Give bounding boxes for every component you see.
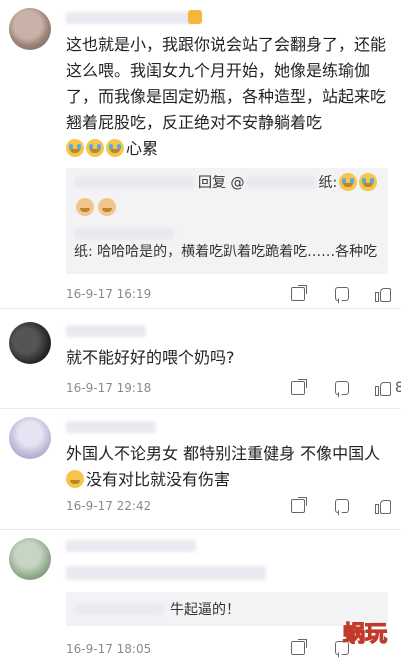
reply-user[interactable] — [74, 176, 194, 188]
avatar[interactable] — [9, 322, 51, 364]
timestamp: 16-9-17 22:42 — [66, 499, 152, 513]
comment-icon[interactable] — [335, 381, 349, 395]
username[interactable] — [66, 421, 156, 433]
comment-text: 这也就是小，我跟你说会站了会翻身了，还能这么喂。我闺女九个月开始，她像是练瑜伽了… — [66, 35, 387, 158]
crying-emoji-icon — [86, 139, 104, 157]
share-icon[interactable] — [291, 379, 307, 395]
action-bar: 8 — [291, 379, 401, 396]
thinking-emoji-icon — [66, 470, 84, 488]
like-icon[interactable] — [375, 498, 391, 514]
comment-icon[interactable] — [335, 499, 349, 513]
like-icon[interactable] — [375, 286, 391, 302]
reply-text: 牛起逼的！ — [170, 602, 240, 618]
badge-icon — [188, 10, 202, 24]
timestamp: 16-9-17 16:19 — [66, 287, 152, 301]
watermark-text: 蜗玩 — [343, 622, 387, 647]
username[interactable] — [66, 325, 146, 337]
handshake-emoji-icon — [76, 198, 118, 216]
crying-emoji-icon — [66, 139, 84, 157]
action-bar — [291, 285, 395, 302]
like-count: 8 — [395, 380, 401, 396]
crying-emoji-icon — [339, 173, 358, 191]
crying-emoji-icon — [359, 173, 378, 191]
reply-quote[interactable]: 回复 @ 纸: 纸: 哈哈哈是的，横着吃趴着吃跪着吃……各种吃 — [66, 168, 388, 274]
like-icon[interactable] — [375, 380, 391, 396]
reply-text: 纸: 哈哈哈是的，横着吃趴着吃跪着吃……各种吃 — [74, 244, 378, 260]
action-bar — [291, 497, 395, 514]
username[interactable] — [66, 12, 196, 24]
comment-2: 就不能好好的喂个奶吗? 16-9-17 19:18 8 — [0, 309, 401, 409]
crying-emoji-icon — [106, 139, 124, 157]
reply-user[interactable] — [74, 603, 164, 615]
comment-1: 这也就是小，我跟你说会站了会翻身了，还能这么喂。我闺女九个月开始，她像是练瑜伽了… — [0, 0, 401, 308]
comment-3: 外国人不论男女 都特别注重健身 不像中国人没有对比就没有伤害 16-9-17 2… — [0, 409, 401, 529]
comment-text-blurred — [66, 566, 266, 580]
share-icon[interactable] — [291, 285, 307, 301]
avatar[interactable] — [9, 8, 51, 50]
watermark-logo: 蜗玩 — [337, 603, 393, 659]
share-icon[interactable] — [291, 639, 307, 655]
timestamp: 16-9-17 19:18 — [66, 381, 152, 395]
avatar[interactable] — [9, 417, 51, 459]
comment-text: 外国人不论男女 都特别注重健身 不像中国人没有对比就没有伤害 — [66, 444, 381, 489]
timestamp: 16-9-17 18:05 — [66, 642, 152, 656]
comment-icon[interactable] — [335, 287, 349, 301]
avatar[interactable] — [9, 538, 51, 580]
comment-text: 就不能好好的喂个奶吗? — [66, 348, 235, 367]
share-icon[interactable] — [291, 497, 307, 513]
username[interactable] — [66, 540, 196, 552]
reply-user[interactable] — [74, 228, 174, 240]
